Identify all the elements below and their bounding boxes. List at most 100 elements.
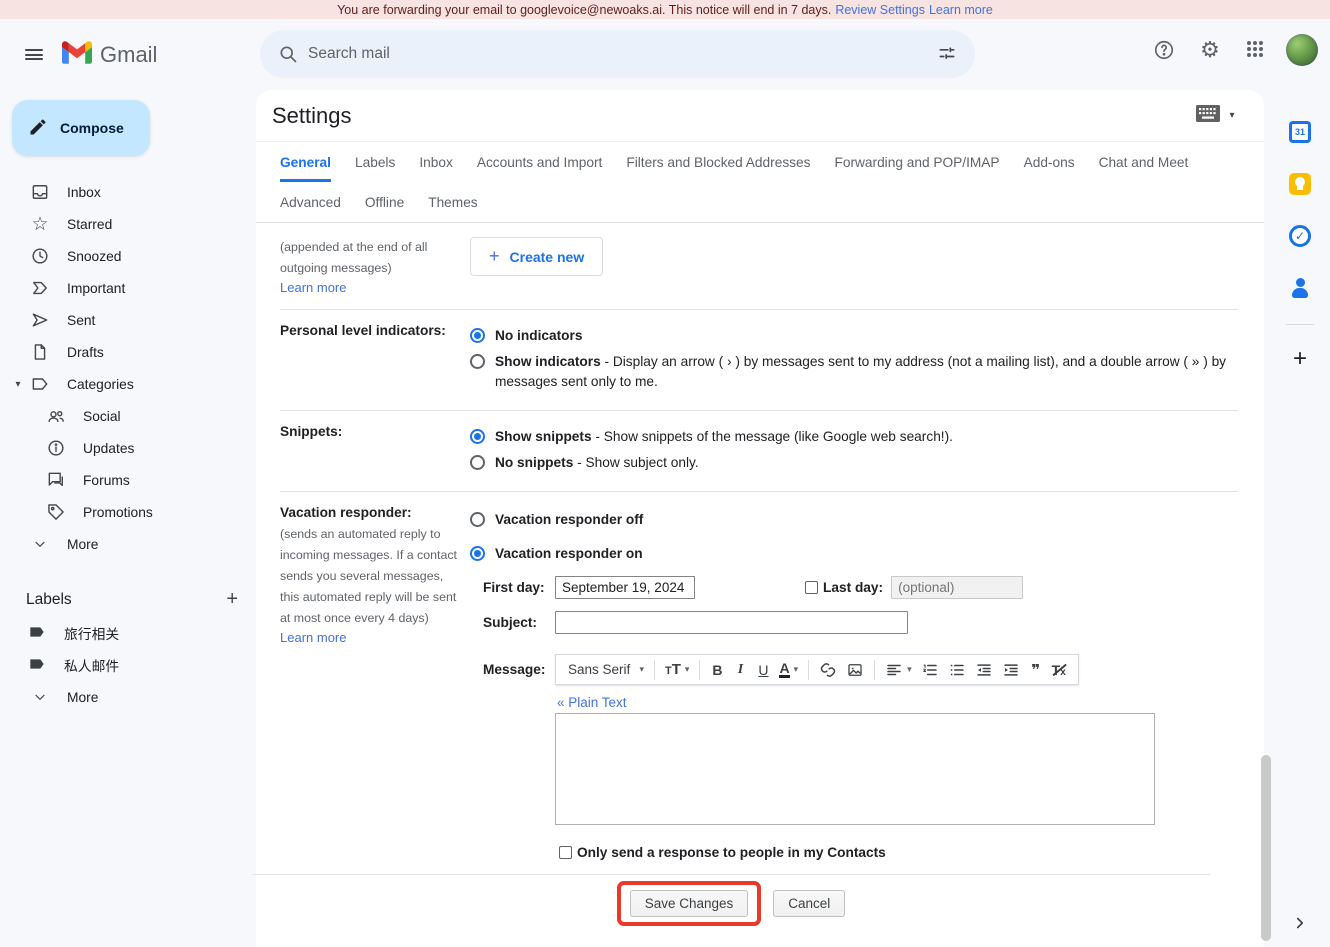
plain-text-toggle[interactable]: « Plain Text xyxy=(557,695,627,710)
label-item-private[interactable]: 私人邮件 xyxy=(0,649,256,681)
insert-link-icon[interactable] xyxy=(815,658,841,682)
sidebar-item-inbox[interactable]: Inbox xyxy=(0,176,256,208)
tab-filters-blocked[interactable]: Filters and Blocked Addresses xyxy=(626,155,810,182)
radio-vacation-on[interactable] xyxy=(470,546,485,561)
signature-learn-more-link[interactable]: Learn more xyxy=(280,280,346,295)
sidebar-item-starred[interactable]: ☆ Starred xyxy=(0,208,256,240)
search-icon[interactable] xyxy=(268,34,308,74)
sidebar-item-categories[interactable]: ▾ Categories xyxy=(0,368,256,400)
help-icon[interactable] xyxy=(1144,30,1184,70)
review-settings-link[interactable]: Review Settings xyxy=(835,3,925,17)
last-day-input[interactable] xyxy=(891,576,1023,599)
contacts-only-checkbox[interactable] xyxy=(559,846,572,859)
info-icon xyxy=(46,438,66,458)
bulleted-list-icon[interactable] xyxy=(944,658,970,682)
tasks-icon[interactable]: ✓ xyxy=(1280,216,1320,256)
keep-icon[interactable] xyxy=(1280,164,1320,204)
align-dropdown[interactable]: ▾ xyxy=(881,658,916,682)
sidebar-item-important[interactable]: Important xyxy=(0,272,256,304)
plus-icon: + xyxy=(489,246,500,267)
calendar-icon[interactable]: 31 xyxy=(1280,112,1320,152)
insert-image-icon[interactable] xyxy=(842,658,868,682)
sidebar-item-drafts[interactable]: Drafts xyxy=(0,336,256,368)
vacation-message-textarea[interactable] xyxy=(555,713,1155,825)
radio-show-snippets[interactable] xyxy=(470,429,485,444)
sidebar-item-promotions[interactable]: Promotions xyxy=(0,496,256,528)
clock-icon xyxy=(30,246,50,266)
label-item-travel[interactable]: 旅行相关 xyxy=(0,617,256,649)
radio-no-indicators[interactable] xyxy=(470,328,485,343)
first-day-label: First day: xyxy=(483,580,555,595)
compose-button[interactable]: Compose xyxy=(12,100,150,156)
radio-show-indicators[interactable] xyxy=(470,354,485,369)
account-avatar[interactable] xyxy=(1282,30,1322,70)
contacts-icon[interactable] xyxy=(1280,268,1320,308)
cancel-button[interactable]: Cancel xyxy=(773,890,845,917)
text-color-dropdown[interactable]: A ▾ xyxy=(775,658,802,682)
radio-no-snippets[interactable] xyxy=(470,455,485,470)
tab-accounts-import[interactable]: Accounts and Import xyxy=(477,155,603,182)
settings-gear-icon[interactable]: ⚙ xyxy=(1190,30,1230,70)
dropdown-caret-icon: ▾ xyxy=(907,664,912,675)
sidebar-item-more[interactable]: More xyxy=(0,528,256,560)
formatting-toolbar: Sans Serif ▾ TT ▾ B I xyxy=(555,654,1079,685)
last-day-checkbox[interactable] xyxy=(805,581,818,594)
font-size-dropdown[interactable]: TT ▾ xyxy=(661,658,693,682)
save-changes-button[interactable]: Save Changes xyxy=(630,890,749,917)
tab-advanced[interactable]: Advanced xyxy=(280,195,341,222)
sidebar-item-social[interactable]: Social xyxy=(0,400,256,432)
search-input[interactable] xyxy=(308,45,927,63)
labels-more[interactable]: More xyxy=(0,681,256,713)
section-label: Vacation responder: xyxy=(280,505,412,520)
subject-input[interactable] xyxy=(555,611,908,634)
indent-icon[interactable] xyxy=(998,658,1024,682)
sidebar-item-updates[interactable]: Updates xyxy=(0,432,256,464)
gmail-logo[interactable]: Gmail xyxy=(62,41,157,69)
search-bar[interactable] xyxy=(260,30,975,78)
offer-tag-icon xyxy=(46,502,66,522)
tab-offline[interactable]: Offline xyxy=(365,195,404,222)
draft-file-icon xyxy=(30,342,50,362)
vacation-learn-more-link[interactable]: Learn more xyxy=(280,630,346,645)
google-apps-icon[interactable] xyxy=(1236,30,1276,70)
tab-themes[interactable]: Themes xyxy=(428,195,477,222)
tab-chat-meet[interactable]: Chat and Meet xyxy=(1099,155,1189,182)
tab-labels[interactable]: Labels xyxy=(355,155,395,182)
banner-learn-more-link[interactable]: Learn more xyxy=(929,3,993,17)
snippets-row: Snippets: Show snippets - Show snippets … xyxy=(280,410,1238,491)
tab-add-ons[interactable]: Add-ons xyxy=(1024,155,1075,182)
underline-button[interactable]: U xyxy=(752,658,774,682)
get-add-ons-button[interactable]: + xyxy=(1280,339,1320,379)
radio-vacation-off[interactable] xyxy=(470,512,485,527)
sidebar-item-forums[interactable]: Forums xyxy=(0,464,256,496)
forwarding-notice-banner: You are forwarding your email to googlev… xyxy=(0,0,1330,19)
settings-footer: 0.03 GB of 15 GB used Terms · Privacy · … xyxy=(280,934,1238,947)
create-signature-button[interactable]: + Create new xyxy=(470,237,603,276)
tab-general[interactable]: General xyxy=(280,155,331,182)
quote-icon[interactable]: ❞ xyxy=(1025,658,1047,682)
create-label-button[interactable]: + xyxy=(226,588,238,611)
tab-inbox[interactable]: Inbox xyxy=(419,155,452,182)
collapse-caret-icon[interactable]: ▾ xyxy=(12,379,24,390)
hide-side-panel-chevron[interactable] xyxy=(1286,909,1314,937)
sidebar-item-snoozed[interactable]: Snoozed xyxy=(0,240,256,272)
numbered-list-icon[interactable] xyxy=(917,658,943,682)
input-method-selector[interactable]: ▾ xyxy=(1196,105,1238,127)
page-title: Settings xyxy=(272,103,1196,129)
chat-icon xyxy=(46,470,66,490)
outdent-icon[interactable] xyxy=(971,658,997,682)
bold-button[interactable]: B xyxy=(706,658,728,682)
dropdown-caret-icon: ▾ xyxy=(685,664,690,675)
first-day-input[interactable] xyxy=(555,576,695,599)
side-panel-divider xyxy=(1286,324,1314,325)
remove-formatting-icon[interactable]: Tx xyxy=(1048,658,1070,682)
tab-forwarding-pop-imap[interactable]: Forwarding and POP/IMAP xyxy=(834,155,999,182)
hamburger-menu-icon[interactable] xyxy=(14,35,54,75)
banner-message: You are forwarding your email to googlev… xyxy=(337,3,831,17)
chevron-down-icon xyxy=(30,536,50,552)
scrollbar-thumb[interactable] xyxy=(1261,755,1271,941)
search-options-icon[interactable] xyxy=(927,34,967,74)
italic-button[interactable]: I xyxy=(729,658,751,682)
sidebar-item-sent[interactable]: Sent xyxy=(0,304,256,336)
font-family-dropdown[interactable]: Sans Serif ▾ xyxy=(564,658,648,682)
